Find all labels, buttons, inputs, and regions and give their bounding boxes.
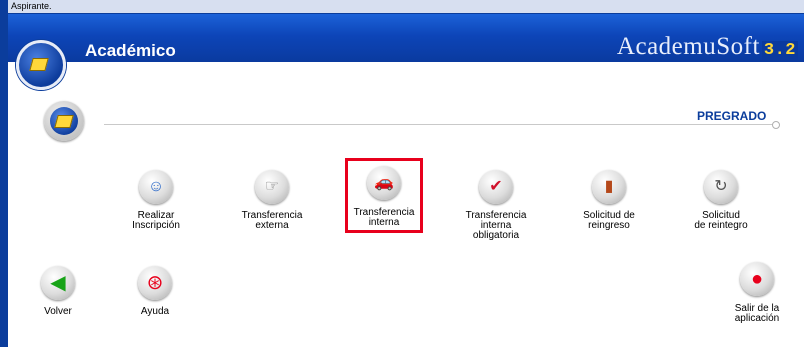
exit-icon: ● [750,268,764,290]
solicitud-reingreso-label[interactable]: Solicitud de reingreso [561,211,657,231]
academic-logo-icon [16,40,66,90]
lifebuoy-icon: ⊛ [146,272,164,294]
exit-button[interactable]: ● [740,262,774,296]
section-divider-end [772,121,780,129]
section-title: PREGRADO [697,109,767,123]
transferencia-interna-obligatoria-label[interactable]: Transferencia interna obligatoria [448,211,544,241]
arrow-left-icon: ◀ [50,272,66,294]
brand-name: AcademuSoft [616,33,760,60]
selection-highlight [345,158,423,233]
brand-logo: AcademuSoft 3.2 [617,33,798,61]
solicitud-reingreso-button[interactable]: ▮ [592,170,626,204]
help-button[interactable]: ⊛ [138,266,172,300]
section-divider [104,124,776,125]
transferencia-externa-label[interactable]: Transferencia externa [224,211,320,231]
refresh-icon: ↻ [714,178,728,195]
door-icon: ▮ [604,178,614,195]
car-check-icon: ✔ [489,178,503,195]
book-icon [54,115,74,128]
section-logo-inner [50,107,78,135]
section-logo-icon [44,101,84,141]
back-button[interactable]: ◀ [41,266,75,300]
realizar-inscripcion-button[interactable]: ☺ [139,170,173,204]
transferencia-externa-button[interactable]: ☞ [255,170,289,204]
back-label[interactable]: Volver [10,307,106,317]
book-icon [29,58,49,71]
user-role-label: Aspirante. [11,1,52,11]
solicitud-reintegro-label[interactable]: Solicitud de reintegro [673,211,769,231]
app-title: Académico [85,41,176,60]
hand-icon: ☞ [264,178,280,195]
transferencia-interna-obligatoria-button[interactable]: ✔ [479,170,513,204]
realizar-inscripcion-label[interactable]: Realizar Inscripción [108,211,204,231]
solicitud-reintegro-button[interactable]: ↻ [704,170,738,204]
left-border [0,0,8,347]
help-label[interactable]: Ayuda [107,307,203,317]
form-people-icon: ☺ [147,178,165,195]
user-bar: Aspirante. [8,0,804,14]
brand-version: 3.2 [761,41,798,60]
app-window: Aspirante. Académico AcademuSoft 3.2 PREG… [0,0,804,347]
app-header: Académico AcademuSoft 3.2 [8,14,804,62]
exit-label[interactable]: Salir de la aplicación [709,304,804,324]
